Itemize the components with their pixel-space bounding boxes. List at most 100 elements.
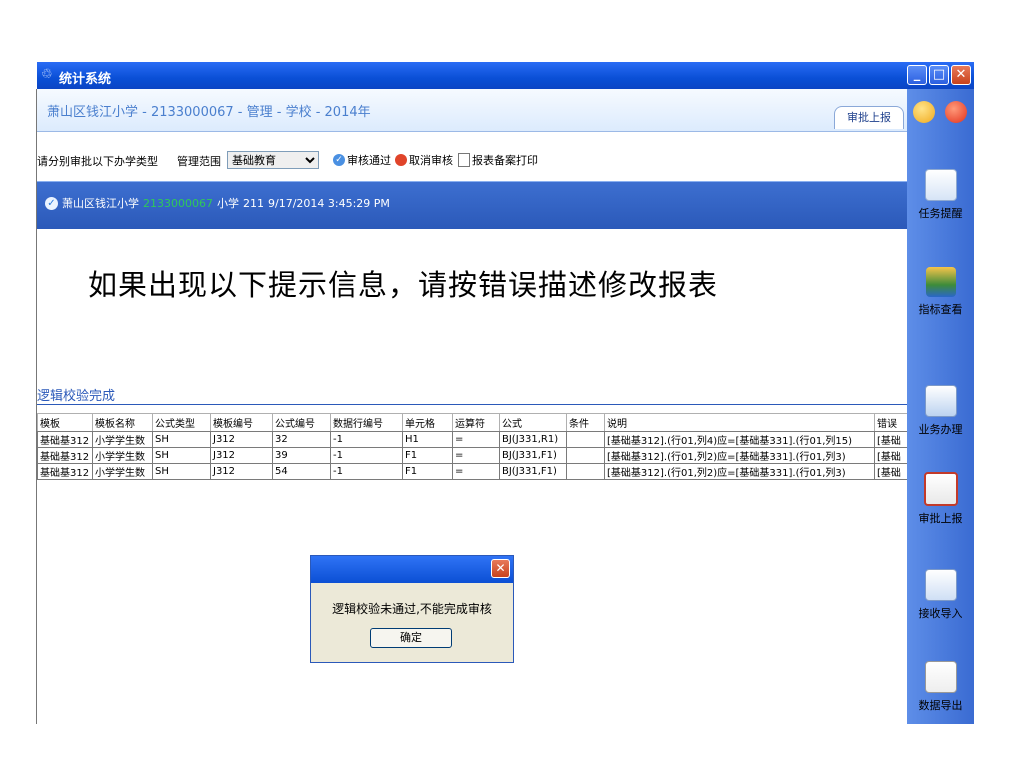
clipboard-check-icon [923,472,958,506]
sidebar-item-label: 数据导出 [918,699,963,712]
document-export-icon [924,661,957,693]
col-header[interactable]: 公式 [499,413,567,432]
sidebar-item-indicator-view[interactable]: 指标查看 [907,267,974,317]
check-circle-icon: ✓ [333,154,345,166]
timestamp: 9/17/2014 3:45:29 PM [268,196,390,210]
cell: 32 [272,431,331,448]
sidebar-item-data-export[interactable]: 数据导出 [907,661,974,713]
app-icon: ♲ [41,67,53,82]
table-row[interactable]: 基础基312 小学学生数 SH J312 54 -1 F1 = BJ(J331,… [37,463,915,480]
help-icon[interactable] [913,101,935,123]
school-num: 211 [243,196,264,210]
sidebar-item-label: 指标查看 [918,303,963,316]
print-label: 报表备案打印 [472,154,538,167]
context-header: 萧山区钱江小学 - 2133000067 - 管理 - 学校 - 2014年 审… [37,89,907,132]
cell [566,463,605,480]
col-header[interactable]: 公式类型 [152,413,211,432]
sidebar-item-label: 接收导入 [918,607,963,620]
approve-label: 审核通过 [347,154,391,167]
context-breadcrumb: 萧山区钱江小学 - 2133000067 - 管理 - 学校 - 2014年 [47,105,371,120]
cell: = [452,447,500,464]
col-header[interactable]: 条件 [566,413,605,432]
cell: F1 [402,463,453,480]
col-header[interactable]: 数据行编号 [330,413,403,432]
col-header[interactable]: 运算符 [452,413,500,432]
school-info-row[interactable]: ✓ 萧山区钱江小学 2133000067 小学 211 9/17/2014 3:… [45,195,390,211]
cell [566,431,605,448]
school-info-bar: ✓ 萧山区钱江小学 2133000067 小学 211 9/17/2014 3:… [37,181,907,229]
cell: 小学学生数 [92,447,153,464]
cell: [基础基312].(行01,列4)应=[基础基331].(行01,列15) [604,431,875,448]
table-row[interactable]: 基础基312 小学学生数 SH J312 32 -1 H1 = BJ(J331,… [37,431,915,448]
cell: SH [152,463,211,480]
cell: H1 [402,431,453,448]
cell: BJ(J331,F1) [499,463,567,480]
logic-check-title: 逻辑校验完成 [37,389,116,404]
dialog-message: 逻辑校验未通过,不能完成审核 [332,602,492,616]
divider [37,404,907,405]
cell [566,447,605,464]
minimize-button[interactable]: _ [907,65,927,85]
scope-label: 管理范围 [177,155,221,168]
sidebar-item-label: 审批上报 [918,512,963,525]
cell: J312 [210,447,273,464]
cell: 基础基312 [37,463,93,480]
window-left-border [36,89,37,724]
cell: 54 [272,463,331,480]
table-row[interactable]: 基础基312 小学学生数 SH J312 39 -1 F1 = BJ(J331,… [37,447,915,464]
table-header-row: 模板 模板名称 公式类型 模板编号 公式编号 数据行编号 单元格 运算符 公式 … [37,413,915,432]
cell: -1 [330,447,403,464]
col-header[interactable]: 说明 [604,413,875,432]
window-title: 统计系统 [59,72,112,87]
toolbar-prompt: 请分别审批以下办学类型 [37,155,158,168]
sidebar-item-receive-import[interactable]: 接收导入 [907,569,974,621]
instruction-banner: 如果出现以下提示信息，请按错误描述修改报表 [88,268,719,302]
col-header[interactable]: 单元格 [402,413,453,432]
power-icon[interactable] [945,101,967,123]
cell: 基础基312 [37,431,93,448]
dialog-title-bar[interactable]: ✕ [311,556,513,583]
title-bar: ♲ 统计系统 _ □ ✕ [37,62,974,89]
print-filing-button[interactable]: 报表备案打印 [458,152,538,168]
cell: = [452,431,500,448]
cell: [基础基312].(行01,列2)应=[基础基331].(行01,列3) [604,463,875,480]
sidebar-item-business-handling[interactable]: 业务办理 [907,385,974,437]
cell: = [452,463,500,480]
validation-dialog: ✕ 逻辑校验未通过,不能完成审核 确定 [310,555,514,663]
sidebar-item-task-reminder[interactable]: 任务提醒 [907,169,974,221]
scope-select[interactable]: 基础教育 [227,151,319,169]
maximize-button[interactable]: □ [929,65,949,85]
cell: 39 [272,447,331,464]
cell: -1 [330,431,403,448]
school-code: 2133000067 [143,196,213,210]
document-icon [458,153,470,167]
close-button[interactable]: ✕ [951,65,971,85]
col-header[interactable]: 模板 [37,413,93,432]
cell: BJ(J331,R1) [499,431,567,448]
col-header[interactable]: 模板编号 [210,413,273,432]
cell: [基础基312].(行01,列2)应=[基础基331].(行01,列3) [604,447,875,464]
approve-button[interactable]: ✓ 审核通过 [333,152,391,168]
ok-button[interactable]: 确定 [370,628,452,648]
cell: 小学学生数 [92,431,153,448]
cell: SH [152,447,211,464]
paper-receive-icon [924,569,957,601]
cell: F1 [402,447,453,464]
dialog-close-button[interactable]: ✕ [491,559,510,578]
sidebar-item-label: 业务办理 [918,423,963,436]
sidebar-item-approve-submit[interactable]: 审批上报 [907,472,974,526]
stop-circle-icon [395,154,407,166]
school-name: 萧山区钱江小学 [62,197,139,210]
side-panel: 任务提醒 指标查看 业务办理 审批上报 接收导入 数据导出 [907,89,974,724]
books-icon [925,267,956,297]
toolbar: 请分别审批以下办学类型 管理范围 基础教育 ✓ 审核通过 取消审核 报表备案打印 [37,148,907,172]
cell: SH [152,431,211,448]
check-circle-icon: ✓ [45,196,58,210]
cancel-approve-button[interactable]: 取消审核 [395,152,453,168]
col-header[interactable]: 公式编号 [272,413,331,432]
cancel-label: 取消审核 [409,154,453,167]
col-header[interactable]: 模板名称 [92,413,153,432]
cell: J312 [210,431,273,448]
cell: 小学学生数 [92,463,153,480]
tab-approve-submit[interactable]: 审批上报 [834,106,904,129]
